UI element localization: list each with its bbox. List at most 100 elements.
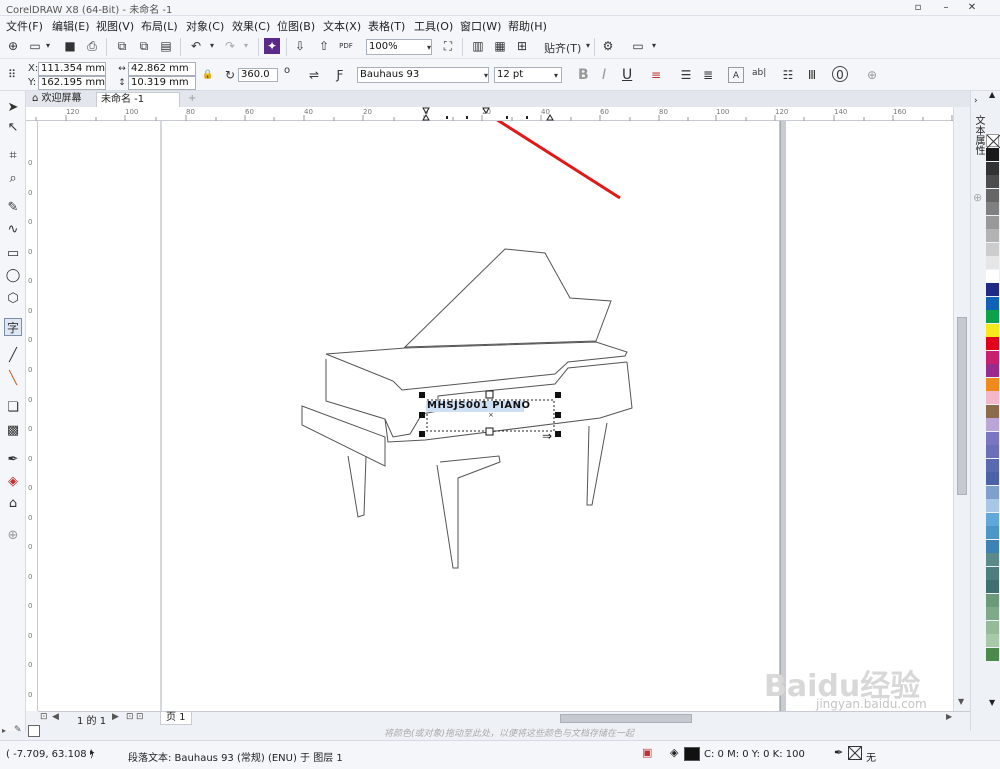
menu-bitmap[interactable]: 位图(B) <box>277 18 315 34</box>
no-fill-small-icon[interactable] <box>28 725 40 737</box>
palette-swatch[interactable] <box>986 593 999 607</box>
font-name-field[interactable]: Bauhaus 93 <box>357 67 489 83</box>
interactive-fill-icon[interactable]: ◈ <box>4 473 22 491</box>
x-position-field[interactable]: 111.354 mm <box>38 62 106 76</box>
palette-swatch[interactable] <box>986 526 999 539</box>
palette-swatch[interactable] <box>986 539 999 553</box>
show-guidelines-icon[interactable]: ⊞ <box>514 38 530 54</box>
crop-tool-icon[interactable]: ⌗ <box>4 147 22 165</box>
palette-swatch[interactable] <box>986 202 999 215</box>
palette-swatch[interactable] <box>986 553 999 566</box>
restore-icon[interactable]: ▫ <box>908 0 928 15</box>
palette-expand-icon[interactable]: ▸ <box>2 726 6 735</box>
status-expand-icon[interactable]: ▸ <box>90 748 95 758</box>
palette-swatch[interactable] <box>986 566 999 580</box>
palette-swatch[interactable] <box>986 215 999 229</box>
transparency-icon[interactable]: ▩ <box>4 422 22 440</box>
mirror-icon[interactable]: ⇌ <box>306 67 322 83</box>
palette-swatch[interactable] <box>986 364 999 377</box>
add-tab-icon[interactable]: + <box>184 92 200 107</box>
page-tab-1[interactable]: 页 1 <box>160 712 192 725</box>
palette-swatch[interactable] <box>986 404 999 418</box>
export-pdf-button[interactable]: PDF <box>338 38 354 54</box>
horizontal-scroll-thumb[interactable] <box>560 714 692 723</box>
palette-swatch[interactable] <box>986 161 999 175</box>
smart-fill-icon[interactable]: ⌂ <box>4 495 22 513</box>
italic-button[interactable]: I <box>602 67 606 83</box>
bold-button[interactable]: B <box>578 67 589 83</box>
prev-page-icon[interactable]: ◀ <box>52 712 59 722</box>
palette-swatch[interactable] <box>986 647 999 661</box>
pick-tool-icon[interactable]: ➤ <box>4 99 22 117</box>
palette-swatch[interactable] <box>986 256 999 269</box>
corel-connect-icon[interactable]: ✦ <box>264 38 280 54</box>
palette-swatch[interactable] <box>986 499 999 512</box>
palette-swatch[interactable] <box>986 472 999 485</box>
menu-text[interactable]: 文本(X) <box>323 18 361 34</box>
drop-shadow-icon[interactable]: ❏ <box>4 399 22 417</box>
freehand-tool-icon[interactable]: ✎ <box>4 199 22 217</box>
zoom-dropdown-icon[interactable]: ▾ <box>421 40 437 56</box>
y-position-field[interactable]: 162.195 mm <box>38 76 106 90</box>
fill-color-swatch[interactable] <box>684 747 700 761</box>
palette-swatch[interactable] <box>986 310 999 323</box>
text-tool-icon[interactable]: 字 <box>4 318 22 336</box>
ellipse-tool-icon[interactable]: ◯ <box>4 267 22 285</box>
palette-swatch[interactable] <box>986 580 999 593</box>
redo-icon[interactable]: ↷ <box>222 38 238 54</box>
menu-effects[interactable]: 效果(C) <box>232 18 270 34</box>
menu-view[interactable]: 视图(V) <box>96 18 134 34</box>
object-origin-icon[interactable]: ⠿ <box>4 67 20 83</box>
show-grid-icon[interactable]: ▦ <box>492 38 508 54</box>
palette-swatch[interactable] <box>986 148 999 161</box>
palette-swatch[interactable] <box>986 377 999 391</box>
palette-scroll-down-icon[interactable]: ▼ <box>989 698 995 707</box>
color-proof-icon[interactable]: ▣ <box>642 746 652 759</box>
font-size-dropdown-icon[interactable]: ▾ <box>548 68 564 84</box>
palette-swatch[interactable] <box>986 485 999 499</box>
palette-swatch[interactable] <box>986 337 999 350</box>
copy-icon[interactable]: ⧉ <box>136 38 152 54</box>
new-document-icon[interactable]: ⊕ <box>5 38 21 54</box>
menu-tools[interactable]: 工具(O) <box>414 18 453 34</box>
font-list-dropdown-icon[interactable]: ▾ <box>478 68 494 84</box>
import-icon[interactable]: ⇩ <box>292 38 308 54</box>
undo-dropdown-icon[interactable]: ▾ <box>204 38 220 54</box>
palette-swatch[interactable] <box>986 391 999 404</box>
palette-scroll-up-icon[interactable]: ▲ <box>989 90 995 99</box>
rectangle-tool-icon[interactable]: ▭ <box>4 245 22 263</box>
polygon-tool-icon[interactable]: ⬡ <box>4 290 22 308</box>
horizontal-ruler[interactable]: 120 100 80 60 40 20 0 20 40 60 80 100 12… <box>26 107 970 121</box>
full-screen-icon[interactable]: ⛶ <box>440 38 456 54</box>
palette-swatch[interactable] <box>986 634 999 647</box>
parallel-dimension-icon[interactable]: ╱ <box>4 347 22 365</box>
vertical-scrollbar[interactable]: ▼ <box>953 107 970 711</box>
palette-swatch[interactable] <box>986 323 999 337</box>
add-icon[interactable]: ⊕ <box>864 67 880 83</box>
height-field[interactable]: 10.319 mm <box>128 76 196 90</box>
edit-text-button[interactable]: ab| <box>752 68 766 78</box>
palette-swatch[interactable] <box>986 283 999 296</box>
menu-file[interactable]: 文件(F) <box>6 18 43 34</box>
tab-document[interactable]: 未命名 -1 <box>96 92 180 107</box>
next-page-icon[interactable]: ▶ <box>112 712 119 722</box>
menu-help[interactable]: 帮助(H) <box>508 18 547 34</box>
menu-layout[interactable]: 布局(L) <box>141 18 178 34</box>
drawing-canvas[interactable]: × ⇒ MHSJS001 PIANO Baidu经验 jingyan.baidu… <box>38 121 953 711</box>
launcher-dropdown-icon[interactable]: ▾ <box>646 38 662 54</box>
palette-swatch[interactable] <box>986 418 999 431</box>
palette-swatch[interactable] <box>986 620 999 634</box>
drop-cap-icon[interactable]: ≣ <box>700 67 716 83</box>
zoom-tool-icon[interactable]: ⌕ <box>4 170 22 188</box>
last-page-icon[interactable]: ⊡ <box>126 712 134 722</box>
underline-button[interactable]: U <box>622 67 632 83</box>
export-icon[interactable]: ⇧ <box>316 38 332 54</box>
scroll-down-icon[interactable]: ▼ <box>958 697 964 706</box>
width-field[interactable]: 42.862 mm <box>128 62 196 76</box>
eyedropper-small-icon[interactable]: ✎ <box>14 725 22 735</box>
paste-icon[interactable]: ▤ <box>158 38 174 54</box>
show-rulers-icon[interactable]: ▥ <box>470 38 486 54</box>
save-icon[interactable]: ■ <box>62 38 78 54</box>
palette-swatch[interactable] <box>986 242 999 256</box>
print-icon[interactable]: ⎙ <box>84 38 100 54</box>
